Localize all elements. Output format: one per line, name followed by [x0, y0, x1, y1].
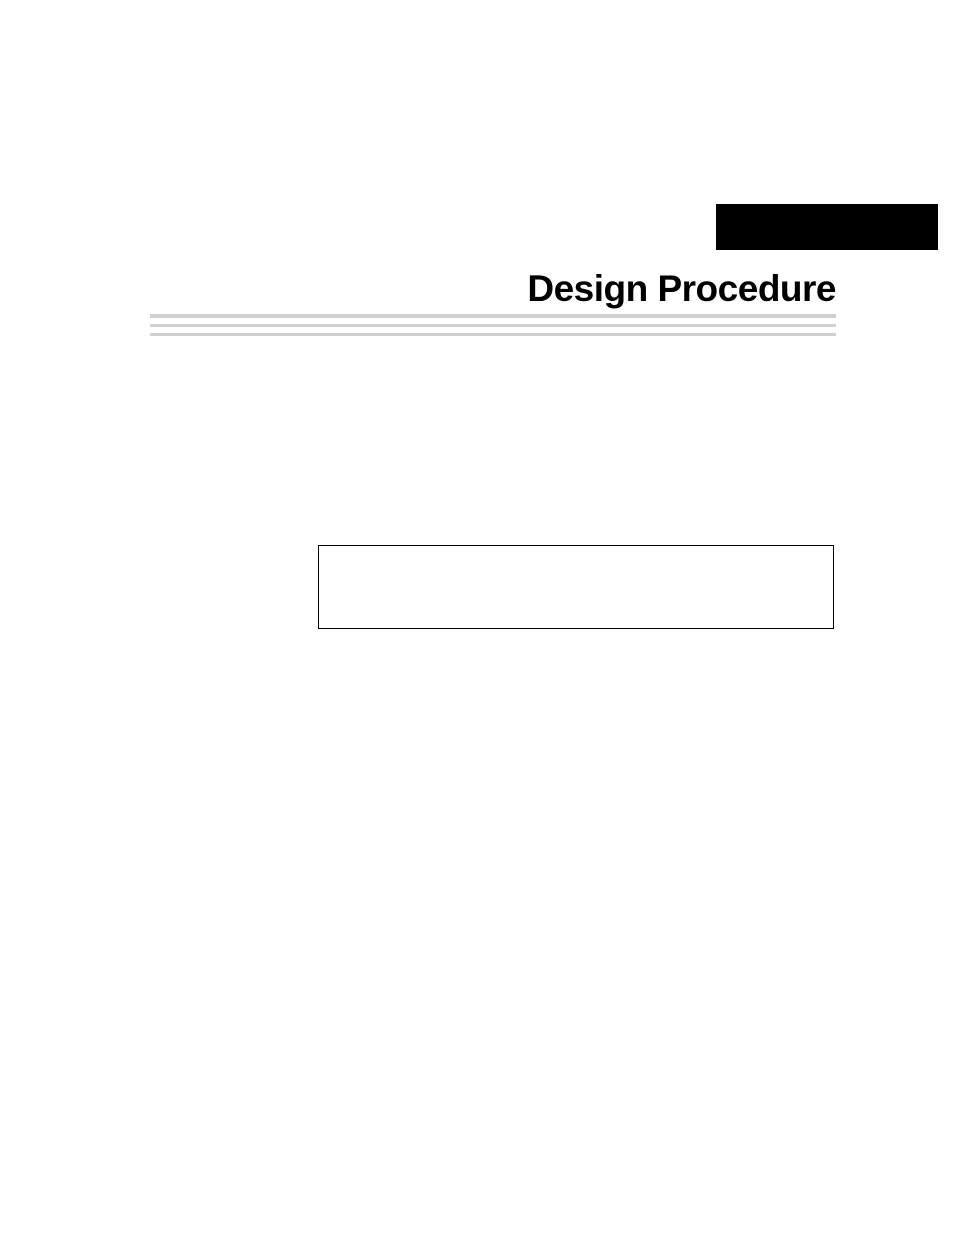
rule-line [150, 314, 836, 318]
title-underline-rules [150, 314, 836, 342]
rule-line [150, 324, 836, 327]
content-placeholder-box [318, 545, 834, 629]
document-page: Design Procedure [0, 0, 954, 1235]
page-title: Design Procedure [527, 268, 836, 310]
rule-line [150, 333, 836, 336]
section-marker-bar [716, 204, 938, 250]
